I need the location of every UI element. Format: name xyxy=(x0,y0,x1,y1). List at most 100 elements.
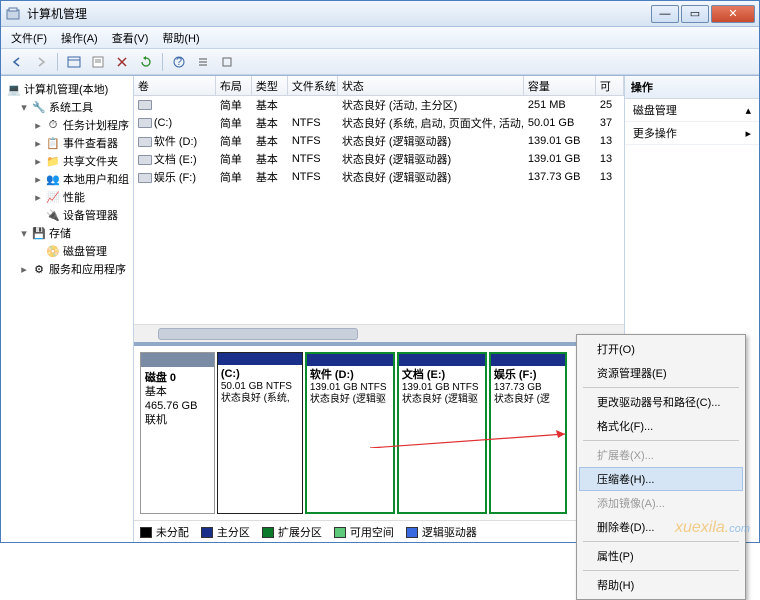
partition[interactable]: 软件 (D:)139.01 GB NTFS状态良好 (逻辑驱 xyxy=(305,352,395,514)
clock-icon: ⏱ xyxy=(46,118,60,132)
titlebar: 计算机管理 — ▭ ✕ xyxy=(1,1,759,27)
actions-diskmgmt[interactable]: 磁盘管理▴ xyxy=(625,99,759,122)
toolbar: ? xyxy=(1,49,759,75)
table-row[interactable]: 软件 (D:)简单基本NTFS状态良好 (逻辑驱动器)139.01 GB13 xyxy=(134,132,624,150)
partition[interactable]: 文档 (E:)139.01 GB NTFS状态良好 (逻辑驱 xyxy=(397,352,487,514)
minimize-button[interactable]: — xyxy=(651,5,679,23)
expand-icon[interactable]: ▸ xyxy=(33,137,43,150)
chevron-right-icon: ▸ xyxy=(745,127,751,140)
ctx-format[interactable]: 格式化(F)... xyxy=(579,414,743,438)
partition[interactable]: 娱乐 (F:)137.73 GB状态良好 (逻 xyxy=(489,352,567,514)
scroll-thumb[interactable] xyxy=(158,328,358,340)
tree-shared[interactable]: ▸📁共享文件夹 xyxy=(3,152,131,170)
delete-icon[interactable] xyxy=(112,52,132,72)
table-row[interactable]: (C:)简单基本NTFS状态良好 (系统, 启动, 页面文件, 活动, 主分区)… xyxy=(134,114,624,132)
disk-header-bar xyxy=(141,353,214,367)
expand-icon[interactable]: ▸ xyxy=(33,173,43,186)
volume-list: 卷 布局 类型 文件系统 状态 容量 可 简单基本状态良好 (活动, 主分区)2… xyxy=(134,76,624,342)
expand-icon[interactable]: ▸ xyxy=(33,119,43,132)
disk-type: 基本 xyxy=(145,386,167,398)
table-row[interactable]: 娱乐 (F:)简单基本NTFS状态良好 (逻辑驱动器)137.73 GB13 xyxy=(134,168,624,186)
expand-icon[interactable]: ▸ xyxy=(33,155,43,168)
nav-tree[interactable]: 💻计算机管理(本地) ▾🔧系统工具 ▸⏱任务计划程序 ▸📋事件查看器 ▸📁共享文… xyxy=(1,76,134,542)
gear-icon: ⚙ xyxy=(32,262,46,276)
legend-extended: 扩展分区 xyxy=(262,524,322,540)
forward-icon[interactable] xyxy=(31,52,51,72)
col-free[interactable]: 可 xyxy=(596,76,624,95)
col-fs[interactable]: 文件系统 xyxy=(288,76,338,95)
separator xyxy=(583,541,739,542)
tree-systools[interactable]: ▾🔧系统工具 xyxy=(3,98,131,116)
maximize-button[interactable]: ▭ xyxy=(681,5,709,23)
tree-devmgr[interactable]: 🔌设备管理器 xyxy=(3,206,131,224)
tree-diskmgmt[interactable]: 📀磁盘管理 xyxy=(3,242,131,260)
disk-info[interactable]: 磁盘 0 基本 465.76 GB 联机 xyxy=(140,352,215,514)
tree-users[interactable]: ▸👥本地用户和组 xyxy=(3,170,131,188)
folder-icon: 📁 xyxy=(46,154,60,168)
tree-storage[interactable]: ▾💾存储 xyxy=(3,224,131,242)
device-icon: 🔌 xyxy=(46,208,60,222)
ctx-extend: 扩展卷(X)... xyxy=(579,443,743,467)
col-layout[interactable]: 布局 xyxy=(216,76,252,95)
tree-perf[interactable]: ▸📈性能 xyxy=(3,188,131,206)
ctx-mirror: 添加镜像(A)... xyxy=(579,491,743,515)
expand-icon[interactable]: ▸ xyxy=(19,263,29,276)
partition[interactable]: (C:)50.01 GB NTFS状态良好 (系统, xyxy=(217,352,303,514)
legend: 未分配 主分区 扩展分区 可用空间 逻辑驱动器 xyxy=(134,520,624,542)
table-row[interactable]: 文档 (E:)简单基本NTFS状态良好 (逻辑驱动器)139.01 GB13 xyxy=(134,150,624,168)
ctx-help[interactable]: 帮助(H) xyxy=(579,573,743,597)
window-title: 计算机管理 xyxy=(27,5,649,22)
menu-view[interactable]: 查看(V) xyxy=(106,28,155,48)
refresh-icon[interactable] xyxy=(136,52,156,72)
partitions: (C:)50.01 GB NTFS状态良好 (系统,软件 (D:)139.01 … xyxy=(217,352,618,514)
back-icon[interactable] xyxy=(7,52,27,72)
help-icon[interactable]: ? xyxy=(169,52,189,72)
tree-event[interactable]: ▸📋事件查看器 xyxy=(3,134,131,152)
disk-name: 磁盘 0 xyxy=(145,372,176,384)
storage-icon: 💾 xyxy=(32,226,46,240)
svg-text:?: ? xyxy=(176,56,182,68)
close-button[interactable]: ✕ xyxy=(711,5,755,23)
disk-state: 联机 xyxy=(145,414,167,426)
menu-help[interactable]: 帮助(H) xyxy=(156,28,205,48)
menu-file[interactable]: 文件(F) xyxy=(5,28,53,48)
list-icon[interactable] xyxy=(193,52,213,72)
legend-free: 可用空间 xyxy=(334,524,394,540)
view-icon[interactable] xyxy=(64,52,84,72)
ctx-open[interactable]: 打开(O) xyxy=(579,337,743,361)
watermark: xuexila.com xyxy=(675,519,750,537)
tree-services[interactable]: ▸⚙服务和应用程序 xyxy=(3,260,131,278)
legend-primary: 主分区 xyxy=(201,524,250,540)
disk-size: 465.76 GB xyxy=(145,400,198,412)
app-icon xyxy=(5,6,21,22)
properties-icon[interactable] xyxy=(88,52,108,72)
ctx-props[interactable]: 属性(P) xyxy=(579,544,743,568)
tools-icon: 🔧 xyxy=(32,100,46,114)
collapse-icon[interactable]: ▾ xyxy=(19,101,29,114)
separator xyxy=(162,53,163,71)
settings-icon[interactable] xyxy=(217,52,237,72)
disk-icon: 📀 xyxy=(46,244,60,258)
tree-scheduler[interactable]: ▸⏱任务计划程序 xyxy=(3,116,131,134)
context-menu: 打开(O) 资源管理器(E) 更改驱动器号和路径(C)... 格式化(F)...… xyxy=(576,334,746,600)
col-volume[interactable]: 卷 xyxy=(134,76,216,95)
menu-action[interactable]: 操作(A) xyxy=(55,28,104,48)
col-status[interactable]: 状态 xyxy=(338,76,524,95)
table-row[interactable]: 简单基本状态良好 (活动, 主分区)251 MB25 xyxy=(134,96,624,114)
collapse-icon[interactable]: ▾ xyxy=(19,227,29,240)
ctx-explore[interactable]: 资源管理器(E) xyxy=(579,361,743,385)
ctx-change-letter[interactable]: 更改驱动器号和路径(C)... xyxy=(579,390,743,414)
chart-icon: 📈 xyxy=(46,190,60,204)
disk-map: 磁盘 0 基本 465.76 GB 联机 (C:)50.01 GB NTFS状态… xyxy=(134,342,624,542)
tree-root[interactable]: 💻计算机管理(本地) xyxy=(3,80,131,98)
col-type[interactable]: 类型 xyxy=(252,76,288,95)
ctx-shrink[interactable]: 压缩卷(H)... xyxy=(579,467,743,491)
col-capacity[interactable]: 容量 xyxy=(524,76,596,95)
horizontal-scrollbar[interactable] xyxy=(134,324,624,342)
disk-row: 磁盘 0 基本 465.76 GB 联机 (C:)50.01 GB NTFS状态… xyxy=(134,346,624,520)
expand-icon[interactable]: ▸ xyxy=(33,191,43,204)
table-body[interactable]: 简单基本状态良好 (活动, 主分区)251 MB25(C:)简单基本NTFS状态… xyxy=(134,96,624,324)
collapse-icon: ▴ xyxy=(745,104,751,117)
actions-more[interactable]: 更多操作▸ xyxy=(625,122,759,145)
legend-unallocated: 未分配 xyxy=(140,524,189,540)
